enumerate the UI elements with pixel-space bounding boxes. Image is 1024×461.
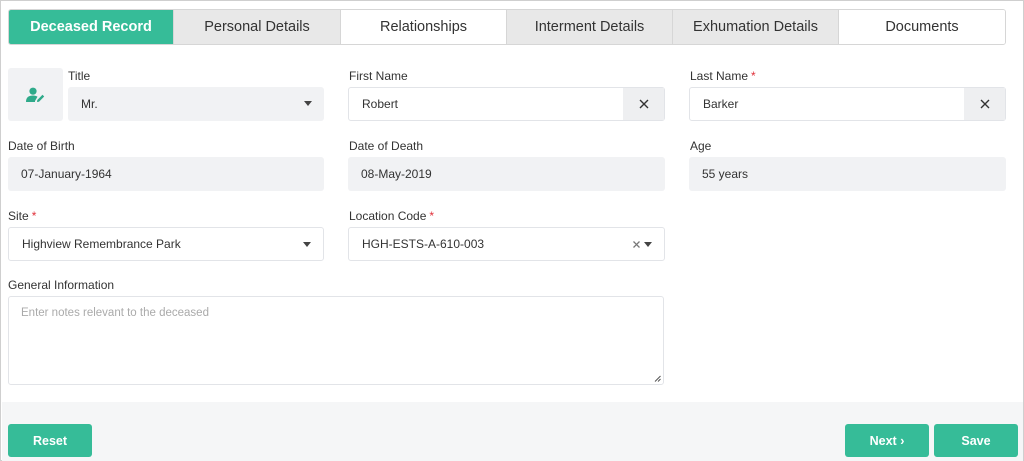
tab-label: Interment Details <box>534 19 645 35</box>
location-code-select[interactable]: HGH-ESTS-A-610-003 <box>348 227 665 261</box>
title-select[interactable]: Mr. <box>68 87 324 121</box>
tab-label: Exhumation Details <box>693 19 818 35</box>
title-label: Title <box>68 69 91 83</box>
location-code-value: HGH-ESTS-A-610-003 <box>362 237 485 251</box>
reset-button[interactable]: Reset <box>8 424 92 457</box>
caret-down-icon <box>304 101 312 106</box>
required-marker: * <box>31 209 37 223</box>
first-name-input[interactable]: Robert <box>348 87 665 121</box>
clear-first-name-button[interactable] <box>623 88 664 120</box>
general-info-placeholder: Enter notes relevant to the deceased <box>21 307 209 319</box>
general-info-textarea[interactable]: Enter notes relevant to the deceased <box>8 296 664 385</box>
save-label: Save <box>961 433 991 448</box>
tab-label: Deceased Record <box>30 19 152 35</box>
tab-personal-details[interactable]: Personal Details <box>174 10 341 44</box>
last-name-label: Last Name * <box>690 69 756 83</box>
close-icon <box>980 99 989 109</box>
tab-interment-details[interactable]: Interment Details <box>507 10 673 44</box>
user-edit-button[interactable] <box>8 68 63 121</box>
close-icon[interactable] <box>633 241 640 248</box>
reset-label: Reset <box>32 433 68 448</box>
tab-exhumation-details[interactable]: Exhumation Details <box>673 10 839 44</box>
first-name-value: Robert <box>362 97 399 111</box>
location-code-label: Location Code * <box>349 209 435 223</box>
required-marker: * <box>751 69 756 83</box>
dod-label: Date of Death <box>349 139 424 153</box>
general-info-label: General Information <box>8 278 115 292</box>
dob-value: 07-January-1964 <box>21 167 112 181</box>
dob-label: Date of Birth <box>8 139 75 153</box>
resize-handle-icon[interactable] <box>654 375 661 382</box>
title-value: Mr. <box>81 97 98 111</box>
tab-label: Relationships <box>379 19 468 35</box>
required-marker: * <box>429 209 435 223</box>
dod-field[interactable]: 08-May-2019 <box>348 157 665 191</box>
caret-down-icon <box>644 242 652 247</box>
dod-value: 08-May-2019 <box>361 167 432 181</box>
tab-bar: Deceased Record Personal Details Relatio… <box>8 9 1006 45</box>
age-value: 55 years <box>702 167 749 181</box>
site-value: Highview Remembrance Park <box>22 237 181 251</box>
tab-deceased-record[interactable]: Deceased Record <box>9 10 174 44</box>
tab-relationships[interactable]: Relationships <box>341 10 507 44</box>
tab-label: Personal Details <box>204 19 310 35</box>
next-button[interactable]: Next › <box>845 424 929 457</box>
user-edit-icon <box>25 87 44 102</box>
close-icon <box>639 99 648 109</box>
clear-last-name-button[interactable] <box>964 88 1005 120</box>
site-select[interactable]: Highview Remembrance Park <box>8 227 324 261</box>
dob-field[interactable]: 07-January-1964 <box>8 157 324 191</box>
site-label: Site * <box>8 209 37 223</box>
deceased-record-panel: Deceased Record Personal Details Relatio… <box>0 0 1024 461</box>
tab-documents[interactable]: Documents <box>839 10 1005 44</box>
next-label: Next › <box>869 433 905 448</box>
save-button[interactable]: Save <box>934 424 1018 457</box>
last-name-input[interactable]: Barker <box>689 87 1006 121</box>
caret-down-icon <box>303 242 311 247</box>
tab-label: Documents <box>885 19 959 35</box>
age-label: Age <box>690 139 712 153</box>
age-field: 55 years <box>689 157 1006 191</box>
first-name-label: First Name <box>349 69 408 83</box>
last-name-value: Barker <box>703 97 739 111</box>
